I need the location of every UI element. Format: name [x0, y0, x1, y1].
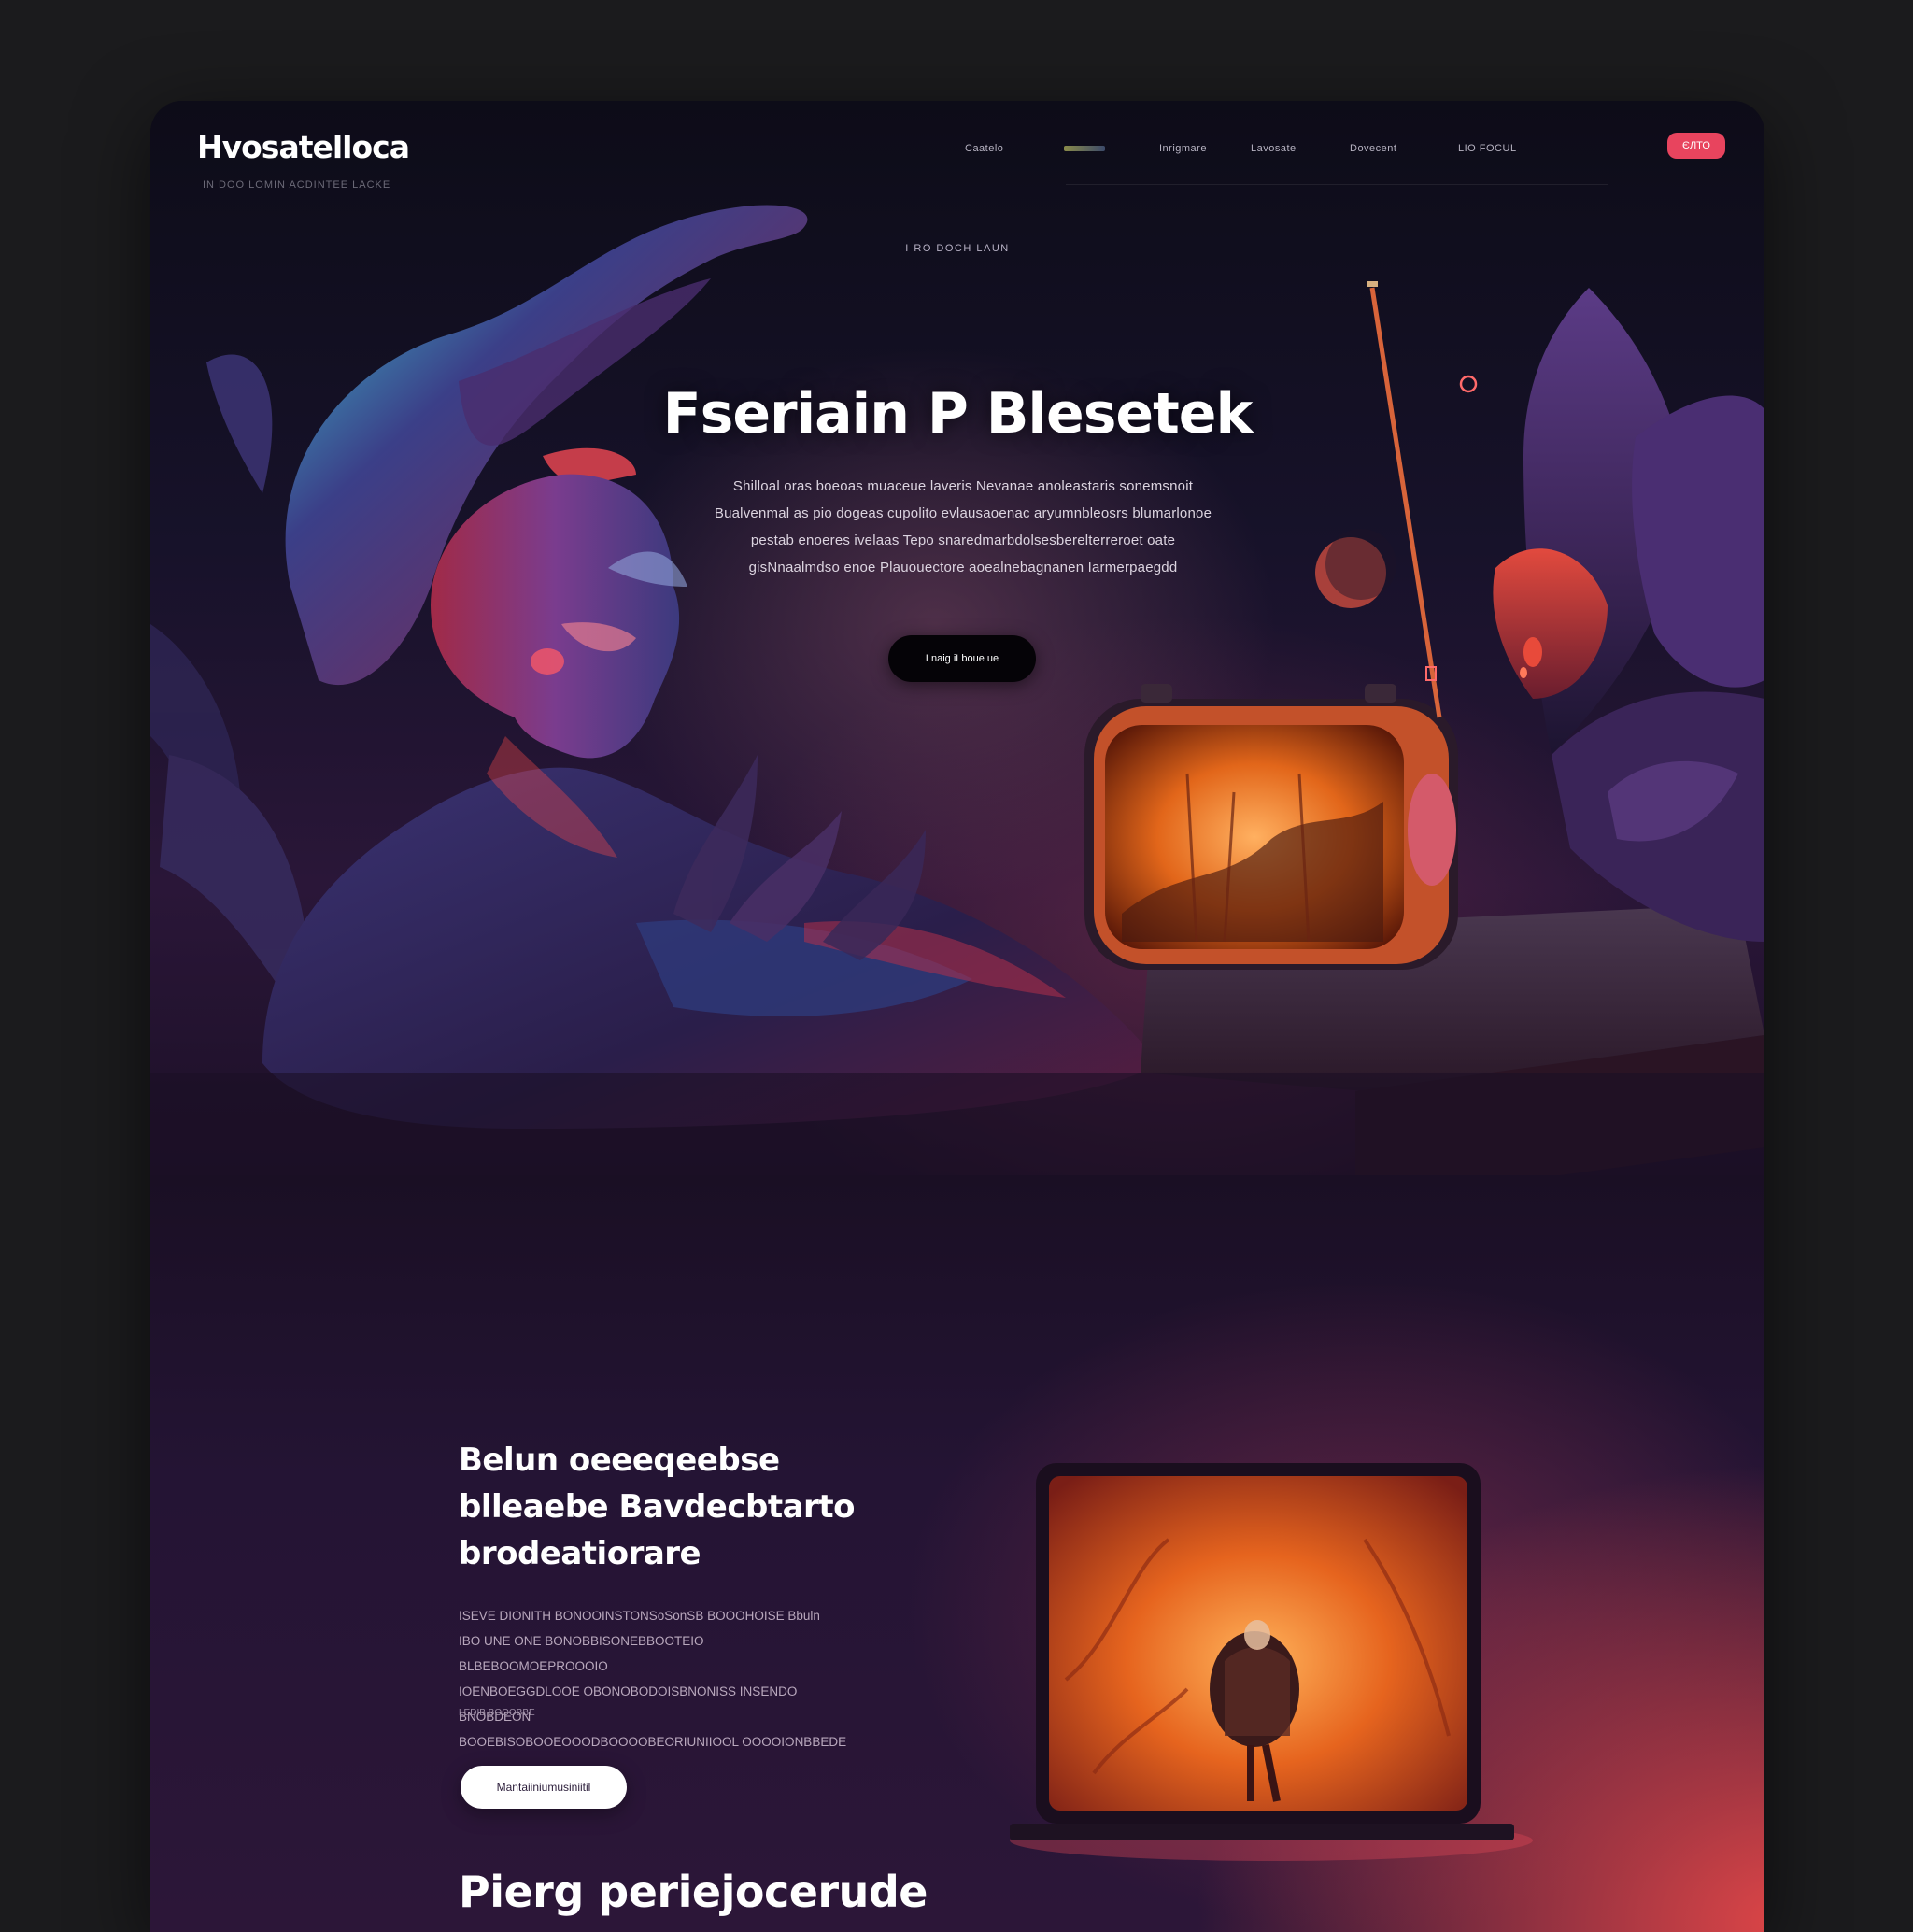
feature-title-line: brodeatiorare	[459, 1535, 701, 1572]
bottom-section-title: Pierg periejocerude	[459, 1867, 928, 1917]
nav-item-2[interactable]: Inrigmare	[1159, 143, 1207, 154]
person-head	[431, 474, 680, 759]
retro-tv-illustration	[1084, 684, 1458, 970]
hero-cta-button[interactable]: Lnaig iLboue ue	[888, 635, 1036, 682]
feature-body-line: IOENBOEGGDLOOE OBONOBODOISBNONISS INSEND…	[459, 1684, 798, 1724]
feature-title: Belun oeeeqeebse blleaebe Bavdecbtarto b…	[459, 1437, 888, 1577]
nav-cta-button[interactable]: ЄЛТО	[1667, 133, 1725, 159]
laptop-illustration	[1010, 1463, 1533, 1861]
nav-item-3[interactable]: Lavosate	[1251, 143, 1297, 154]
hero-body-line: gisNnaalmdso enoe Plauouectore aoealneba…	[748, 560, 1178, 575]
nav-item-4[interactable]: Dovecent	[1350, 143, 1396, 154]
feature-title-line: Belun oeeeqeebse	[459, 1442, 780, 1479]
nav-active-indicator	[1064, 146, 1105, 151]
brand-tagline: IN DOO LOMIN ACDINTEE LACKE	[203, 179, 391, 191]
browser-page: Hvosatelloca IN DOO LOMIN ACDINTEE LACKE…	[150, 101, 1764, 1932]
hero-title: Fseriain P Blesetek	[662, 381, 1254, 447]
hero-body-line: Bualvenmal as pio dogeas cupolito evlaus…	[714, 505, 1212, 521]
nav-item-1[interactable]: Caatelo	[965, 143, 1003, 154]
brand-logo[interactable]: Hvosatelloca	[197, 129, 410, 165]
feature-section: Belun oeeeqeebse blleaebe Bavdecbtarto b…	[150, 1175, 1764, 1932]
hero-body-line: pestab enoeres ivelaas Tepo snaredmarbdo…	[750, 533, 1176, 548]
feature-body-line: ISEVE DIONITH BONOOINSTONSoSonSB BOOOHOI…	[459, 1609, 820, 1623]
feature-body-line: IBO UNE ONE BONOBBISONEBBOOTEIO BLBEBOOM…	[459, 1634, 704, 1673]
nav-divider	[1066, 184, 1608, 185]
nav-item-5[interactable]: LIO FOCUL	[1458, 143, 1517, 154]
feature-note: LEDIB BOOOBBE	[459, 1708, 535, 1718]
tv-antenna	[1369, 287, 1442, 718]
hero-section: Hvosatelloca IN DOO LOMIN ACDINTEE LACKE…	[150, 101, 1764, 1222]
hero-eyebrow: I RO DOCH LAUN	[905, 243, 1010, 254]
left-plant-leaves	[150, 354, 311, 1035]
feature-body: ISEVE DIONITH BONOOINSTONSoSonSB BOOOHOI…	[459, 1603, 851, 1754]
feature-title-line: blleaebe Bavdecbtarto	[459, 1488, 855, 1526]
hero-body: Shilloal oras boeoas muaceue laveris Nev…	[673, 473, 1253, 581]
hero-body-line: Shilloal oras boeoas muaceue laveris Nev…	[732, 478, 1194, 494]
feature-cta-button[interactable]: Mantaiiniumusiniitil	[461, 1766, 627, 1809]
feature-body-line: BOOEBISOBOOEOOODBOOOOBEORIUNIIOOL OOOOIO…	[459, 1735, 847, 1749]
